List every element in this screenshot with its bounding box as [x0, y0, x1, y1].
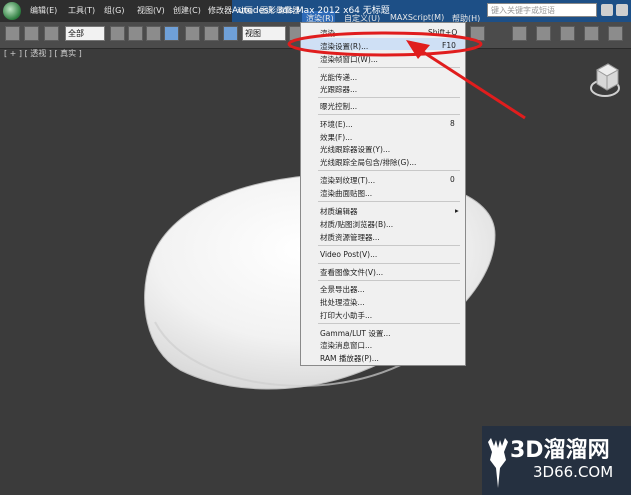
watermark-url: 3D66.COM: [533, 463, 614, 481]
deer-logo-icon: [488, 438, 508, 488]
annotation-overlay: [287, 31, 526, 120]
watermark-brand: 3D溜溜网: [510, 438, 610, 463]
annotation-arrow: [419, 48, 526, 120]
highlight-ellipse: [287, 31, 483, 57]
